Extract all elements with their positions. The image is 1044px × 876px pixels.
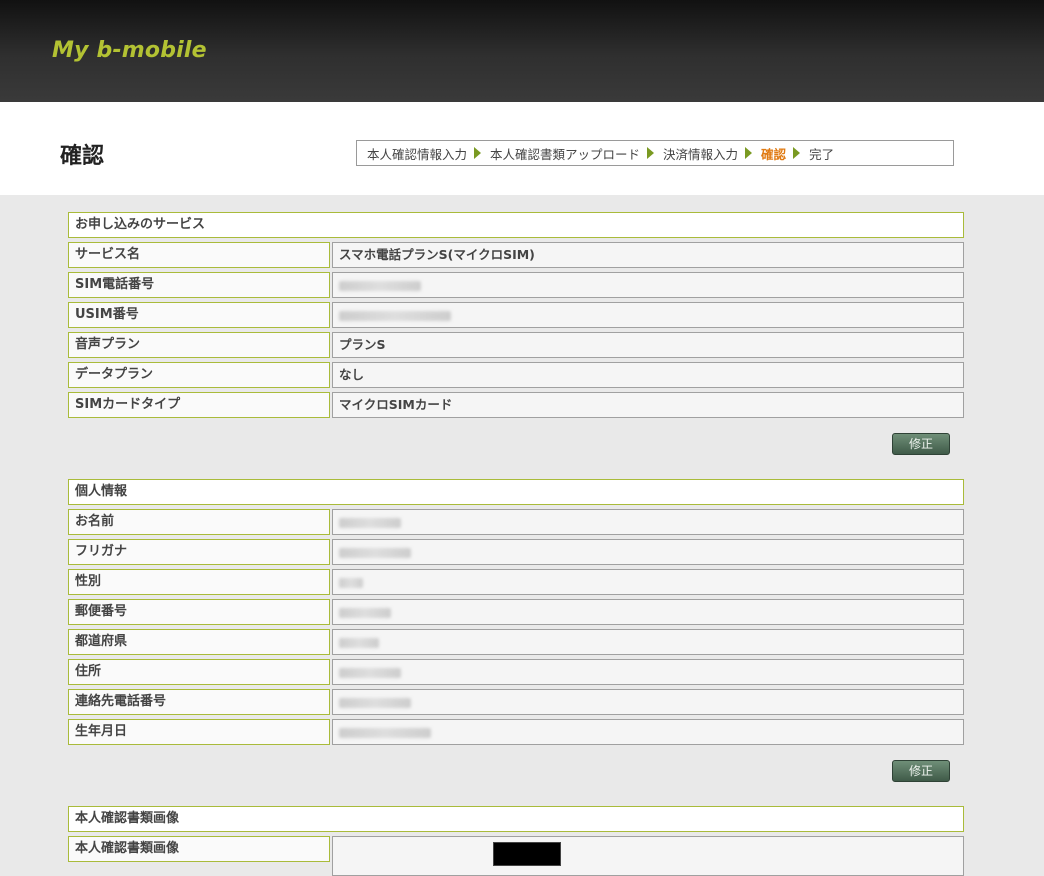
row-label: データプラン [68, 362, 330, 388]
row-value-redacted [332, 302, 964, 328]
row-value-redacted [332, 599, 964, 625]
section-heading: お申し込みのサービス [68, 212, 964, 238]
row-value-image [332, 836, 964, 876]
row-value-redacted [332, 539, 964, 565]
table-row: SIM電話番号 [68, 272, 964, 298]
step-arrow-icon [793, 147, 801, 159]
row-value: なし [332, 362, 964, 388]
service-section: お申し込みのサービス サービス名 スマホ電話プランS(マイクロSIM) SIM電… [68, 212, 964, 418]
row-value-redacted [332, 569, 964, 595]
row-label: 性別 [68, 569, 330, 595]
row-label: 音声プラン [68, 332, 330, 358]
row-label: 連絡先電話番号 [68, 689, 330, 715]
redaction-blur [339, 548, 411, 558]
table-row: 郵便番号 [68, 599, 964, 625]
redaction-blur [339, 311, 451, 321]
row-label: 都道府県 [68, 629, 330, 655]
step-document-upload: 本人確認書類アップロード [490, 146, 641, 162]
table-row: お名前 [68, 509, 964, 535]
step-arrow-icon [745, 147, 753, 159]
row-value: プランS [332, 332, 964, 358]
logo[interactable]: My b-mobile [52, 38, 207, 63]
table-row: 都道府県 [68, 629, 964, 655]
redaction-blur [339, 608, 391, 618]
row-value-redacted [332, 719, 964, 745]
redaction-blur [339, 698, 411, 708]
personal-info-section: 個人情報 お名前 フリガナ 性別 郵便番号 都道府県 住所 連絡先電話番号 生年… [68, 479, 964, 745]
table-row: SIMカードタイプ マイクロSIMカード [68, 392, 964, 418]
row-label: 郵便番号 [68, 599, 330, 625]
row-label: SIMカードタイプ [68, 392, 330, 418]
redaction-blur [339, 518, 401, 528]
step-complete: 完了 [809, 146, 835, 162]
table-row: 本人確認書類画像 [68, 836, 964, 876]
row-value: スマホ電話プランS(マイクロSIM) [332, 242, 964, 268]
redaction-blur [339, 578, 363, 588]
table-row: USIM番号 [68, 302, 964, 328]
step-arrow-icon [474, 147, 482, 159]
row-label: 生年月日 [68, 719, 330, 745]
table-row: 性別 [68, 569, 964, 595]
step-confirm: 確認 [761, 146, 787, 162]
step-indicator: 本人確認情報入力 本人確認書類アップロード 決済情報入力 確認 完了 [356, 140, 954, 166]
row-value-redacted [332, 629, 964, 655]
redaction-blur [339, 281, 421, 291]
title-bar: 確認 本人確認情報入力 本人確認書類アップロード 決済情報入力 確認 完了 [0, 102, 1044, 195]
id-document-thumbnail [493, 842, 561, 866]
step-payment-input: 決済情報入力 [663, 146, 739, 162]
edit-service-button[interactable]: 修正 [892, 433, 950, 455]
redaction-blur [339, 638, 379, 648]
redaction-blur [339, 668, 401, 678]
row-value-redacted [332, 659, 964, 685]
row-label: SIM電話番号 [68, 272, 330, 298]
table-row: 住所 [68, 659, 964, 685]
row-label: USIM番号 [68, 302, 330, 328]
table-row: 生年月日 [68, 719, 964, 745]
row-value: マイクロSIMカード [332, 392, 964, 418]
table-row: 音声プラン プランS [68, 332, 964, 358]
id-document-section: 本人確認書類画像 本人確認書類画像 [68, 806, 964, 876]
redaction-blur [339, 728, 431, 738]
table-row: サービス名 スマホ電話プランS(マイクロSIM) [68, 242, 964, 268]
row-value-redacted [332, 509, 964, 535]
table-row: データプラン なし [68, 362, 964, 388]
section-heading: 本人確認書類画像 [68, 806, 964, 832]
row-label: 住所 [68, 659, 330, 685]
row-label: サービス名 [68, 242, 330, 268]
row-value-redacted [332, 272, 964, 298]
table-row: 連絡先電話番号 [68, 689, 964, 715]
section-heading: 個人情報 [68, 479, 964, 505]
site-header: My b-mobile [0, 0, 1044, 102]
step-arrow-icon [647, 147, 655, 159]
edit-personal-button[interactable]: 修正 [892, 760, 950, 782]
row-label: お名前 [68, 509, 330, 535]
row-label: 本人確認書類画像 [68, 836, 330, 862]
table-row: フリガナ [68, 539, 964, 565]
row-label: フリガナ [68, 539, 330, 565]
page-title: 確認 [60, 144, 105, 169]
step-identity-input: 本人確認情報入力 [367, 146, 468, 162]
row-value-redacted [332, 689, 964, 715]
